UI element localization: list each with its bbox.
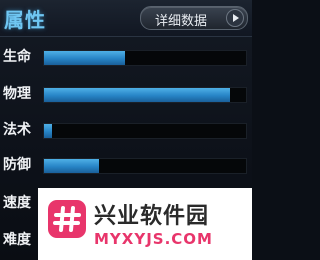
play-arrow-icon (226, 9, 244, 27)
stat-bar-fill (44, 159, 99, 173)
stat-row-health: 生命 (0, 44, 252, 70)
stat-bar-fill (44, 124, 53, 138)
panel-header: 属性 详细数据 (0, 0, 252, 37)
detail-data-button[interactable]: 详细数据 (140, 6, 248, 30)
stat-row-physical: 物理 (0, 81, 252, 107)
watermark-domain: MYXYJS.COM (94, 230, 213, 248)
stat-label: 生命 (3, 49, 31, 65)
site-watermark: 兴业软件园 MYXYJS.COM (38, 188, 252, 260)
watermark-title: 兴业软件园 (94, 204, 210, 229)
detail-data-button-label: 详细数据 (155, 14, 208, 29)
stat-label: 防御 (3, 157, 31, 173)
stat-label: 法术 (3, 122, 31, 138)
stat-bar-track (43, 50, 247, 66)
stat-bar-fill (44, 88, 230, 102)
hash-logo-icon (48, 200, 86, 238)
stat-bar-track (43, 123, 247, 139)
stat-label: 物理 (3, 86, 31, 102)
stat-bar-fill (44, 51, 125, 65)
panel-title: 属性 (4, 8, 46, 32)
stat-row-defense: 防御 (0, 152, 252, 178)
stat-row-magic: 法术 (0, 117, 252, 143)
stat-label: 速度 (3, 195, 31, 211)
stat-label: 难度 (3, 232, 31, 248)
stat-bar-track (43, 158, 247, 174)
stat-bar-track (43, 87, 247, 103)
